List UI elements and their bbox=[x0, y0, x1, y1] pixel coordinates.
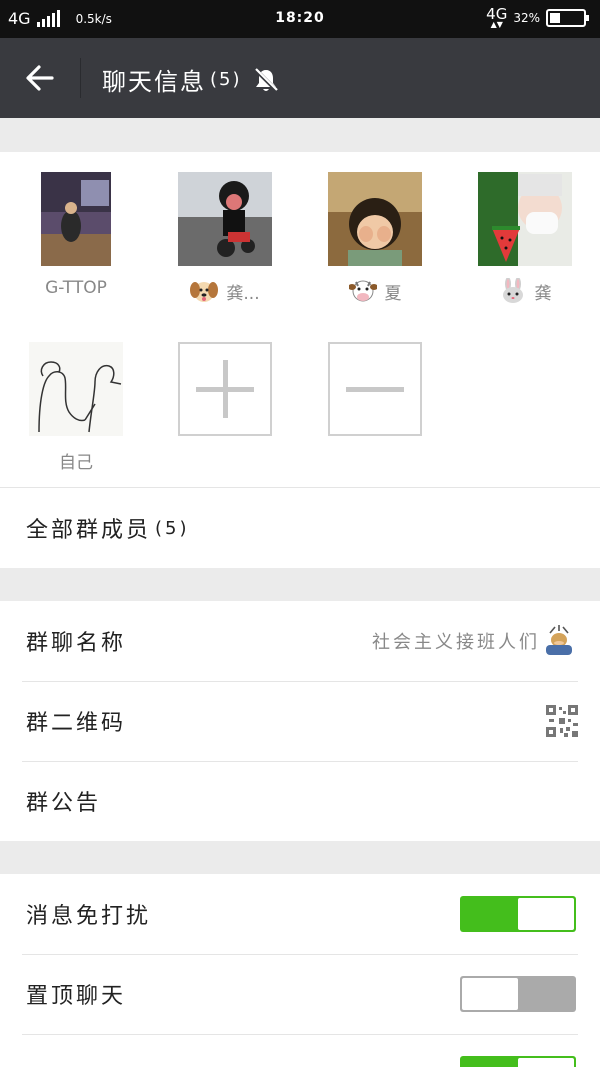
member-item[interactable]: 龚 bbox=[477, 172, 573, 304]
bowing-person-icon bbox=[546, 625, 572, 655]
battery-icon bbox=[546, 9, 589, 27]
pin-chat-row: 置顶聊天 bbox=[0, 954, 600, 1034]
status-right: 4G ▲▼ 32% bbox=[486, 5, 589, 29]
battery-percent: 32% bbox=[513, 11, 540, 25]
settings-toggle-partial[interactable] bbox=[460, 1056, 576, 1067]
group-name-value: 社会主义接班人们 bbox=[372, 625, 576, 657]
add-member-button[interactable] bbox=[177, 342, 273, 436]
member-name: G-TTOP bbox=[45, 278, 107, 298]
plus-icon[interactable] bbox=[178, 342, 272, 436]
avatar[interactable] bbox=[41, 172, 111, 266]
avatar[interactable] bbox=[29, 342, 123, 436]
all-members-row[interactable]: 全部群成员 (5) bbox=[0, 488, 600, 568]
group-qrcode-label: 群二维码 bbox=[26, 711, 127, 736]
toggle-knob bbox=[518, 898, 574, 930]
dog-face-icon bbox=[190, 282, 219, 302]
member-item[interactable]: 夏 bbox=[327, 172, 423, 304]
member-grid: G-TTOP 龚... 夏 龚 自己 bbox=[0, 152, 600, 487]
all-members-label: 全部群成员 bbox=[26, 518, 152, 543]
pin-chat-toggle[interactable] bbox=[460, 976, 576, 1012]
network-type-right: 4G ▲▼ bbox=[486, 5, 508, 29]
group-qrcode-row[interactable]: 群二维码 bbox=[0, 681, 600, 761]
header-divider bbox=[80, 58, 81, 98]
mute-label: 消息免打扰 bbox=[26, 904, 152, 929]
member-item[interactable]: 龚... bbox=[177, 172, 273, 304]
avatar[interactable] bbox=[478, 172, 572, 266]
group-notice-label: 群公告 bbox=[26, 791, 102, 816]
rabbit-face-icon bbox=[502, 278, 523, 303]
all-members-section: 全部群成员 (5) bbox=[0, 487, 600, 568]
toggle-knob bbox=[518, 1058, 574, 1067]
avatar[interactable] bbox=[328, 172, 422, 266]
back-arrow-icon[interactable] bbox=[22, 60, 58, 96]
member-name: 夏 bbox=[327, 278, 423, 304]
mute-row: 消息免打扰 bbox=[0, 874, 600, 954]
pin-chat-label: 置顶聊天 bbox=[26, 984, 127, 1009]
member-item[interactable]: 自己 bbox=[28, 342, 124, 473]
chat-settings-section: 消息免打扰 置顶聊天 bbox=[0, 874, 600, 1067]
member-name: 龚 bbox=[477, 278, 573, 304]
member-name: 龚... bbox=[177, 278, 273, 304]
title-count: (5) bbox=[210, 69, 242, 90]
header-bar: 聊天信息 (5) bbox=[0, 38, 600, 118]
toggle-knob bbox=[462, 978, 518, 1010]
cow-face-icon bbox=[348, 280, 377, 302]
settings-row-partial bbox=[0, 1034, 600, 1067]
group-name-label: 群聊名称 bbox=[26, 631, 127, 656]
qrcode-icon bbox=[546, 705, 578, 737]
bell-off-icon bbox=[253, 67, 278, 92]
battery-fill bbox=[550, 13, 560, 23]
avatar[interactable] bbox=[178, 172, 272, 266]
status-bar: 4G 0.5k/s 18:20 4G ▲▼ 32% bbox=[0, 0, 600, 38]
member-item[interactable]: G-TTOP bbox=[28, 172, 124, 298]
group-name-row[interactable]: 群聊名称 社会主义接班人们 bbox=[0, 601, 600, 681]
remove-member-button[interactable] bbox=[327, 342, 423, 436]
minus-icon[interactable] bbox=[328, 342, 422, 436]
all-members-count: (5) bbox=[155, 517, 190, 539]
group-info-section: 群聊名称 社会主义接班人们 群二维码 群公告 bbox=[0, 601, 600, 841]
page-title: 聊天信息 (5) bbox=[102, 62, 280, 97]
member-name: 自己 bbox=[59, 453, 93, 473]
group-notice-row[interactable]: 群公告 bbox=[0, 761, 600, 841]
mute-toggle[interactable] bbox=[460, 896, 576, 932]
